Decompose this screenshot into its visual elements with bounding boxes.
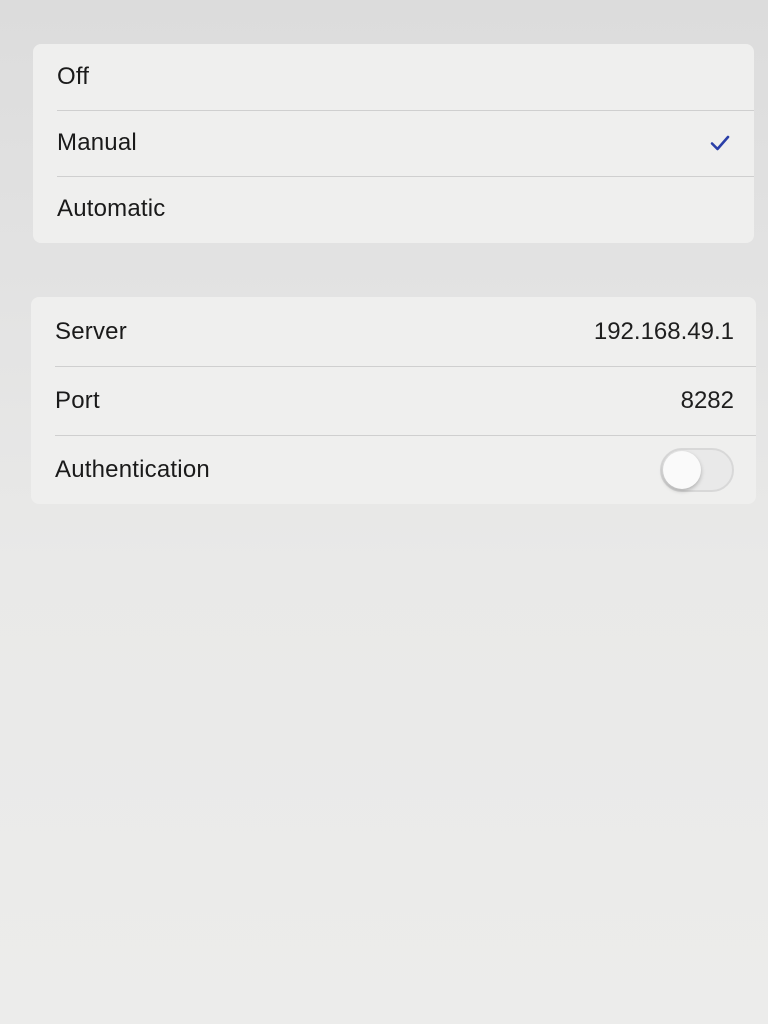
authentication-label: Authentication — [55, 455, 210, 483]
proxy-option-manual[interactable]: Manual — [33, 110, 754, 176]
proxy-option-automatic[interactable]: Automatic — [33, 176, 754, 242]
toggle-knob[interactable] — [663, 450, 701, 489]
proxy-settings-group: Server 192.168.49.1 Port 8282 Authentica… — [31, 297, 756, 504]
port-label: Port — [55, 386, 100, 414]
port-field[interactable]: 8282 — [681, 387, 734, 415]
checkmark-icon — [708, 131, 732, 155]
proxy-settings-screen: Off Manual Automatic Server 192.168.49.1… — [0, 0, 768, 1024]
proxy-option-off[interactable]: Off — [33, 44, 754, 110]
proxy-option-label: Off — [57, 63, 90, 90]
authentication-toggle[interactable] — [660, 447, 734, 492]
authentication-row: Authentication — [31, 435, 756, 504]
proxy-option-label: Automatic — [57, 195, 166, 222]
server-label: Server — [55, 317, 127, 345]
proxy-mode-group: Off Manual Automatic — [33, 44, 754, 243]
server-field[interactable]: 192.168.49.1 — [594, 318, 734, 346]
port-row[interactable]: Port 8282 — [31, 366, 756, 435]
proxy-option-label: Manual — [57, 129, 137, 156]
server-row[interactable]: Server 192.168.49.1 — [31, 297, 756, 366]
